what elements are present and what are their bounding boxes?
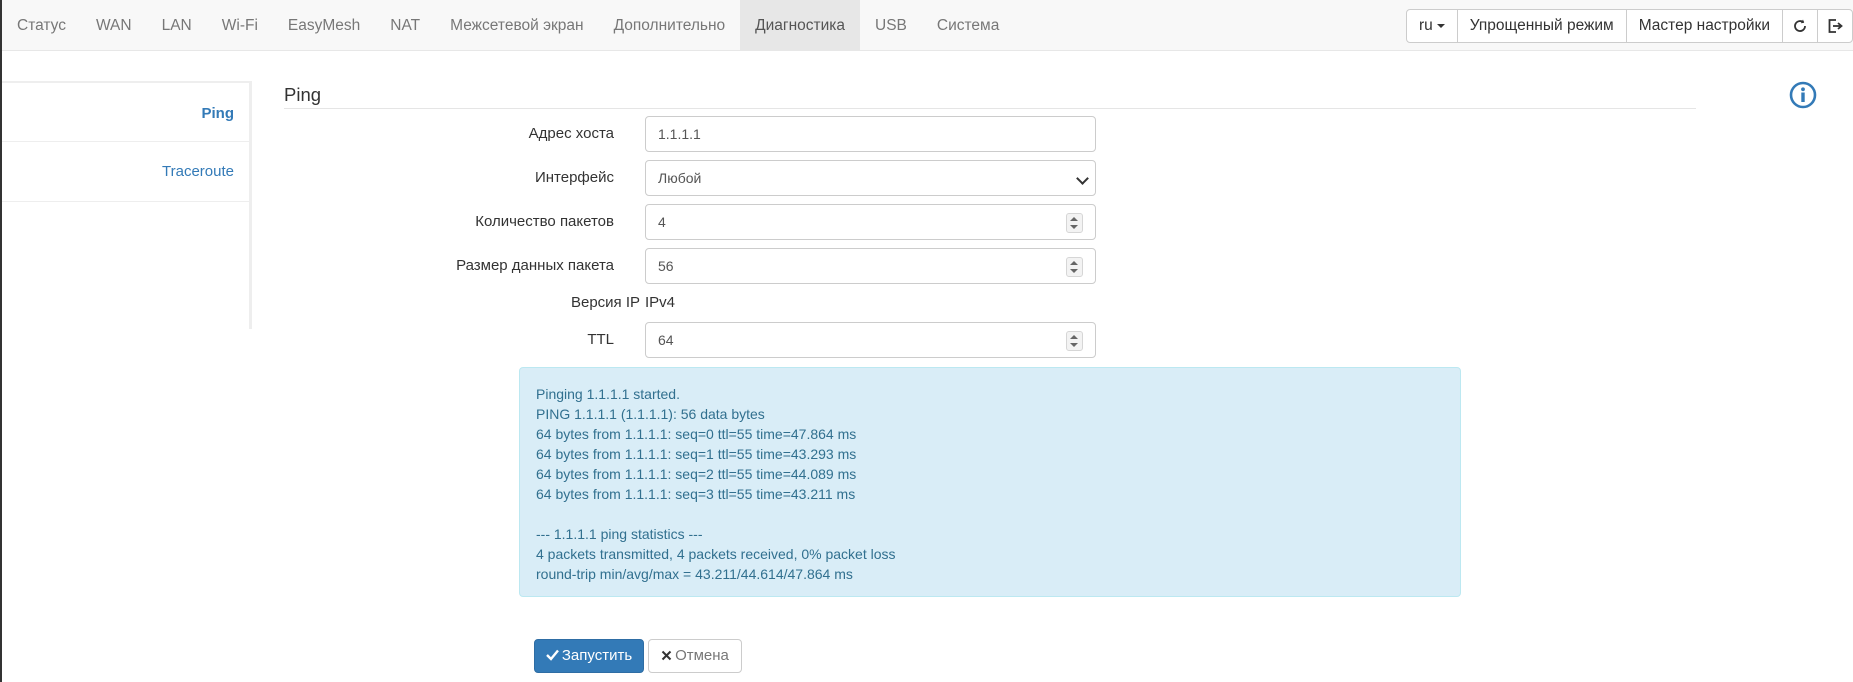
size-row: Размер данных пакета 56 bbox=[2, 248, 1102, 284]
refresh-icon bbox=[1794, 19, 1806, 32]
title-divider bbox=[284, 108, 1696, 109]
size-spinner[interactable] bbox=[1066, 257, 1083, 277]
tab-firewall[interactable]: Межсетевой экран bbox=[435, 0, 598, 50]
refresh-button[interactable] bbox=[1782, 9, 1818, 43]
ip-version-value: IPv4 bbox=[645, 294, 676, 311]
tab-advanced[interactable]: Дополнительно bbox=[599, 0, 741, 50]
cancel-button-label: Отмена bbox=[675, 647, 729, 664]
tab-wan[interactable]: WAN bbox=[81, 0, 147, 50]
tab-status[interactable]: Статус bbox=[2, 0, 81, 50]
output-line: 4 packets transmitted, 4 packets receive… bbox=[536, 546, 896, 562]
output-line: round-trip min/avg/max = 43.211/44.614/4… bbox=[536, 566, 853, 582]
page-title: Ping bbox=[284, 84, 322, 105]
host-input[interactable]: 1.1.1.1 bbox=[645, 116, 1096, 152]
output-line: 64 bytes from 1.1.1.1: seq=2 ttl=55 time… bbox=[536, 466, 857, 482]
size-label: Размер данных пакета bbox=[456, 257, 614, 274]
ttl-row: TTL 64 bbox=[2, 322, 1102, 358]
close-icon bbox=[661, 650, 672, 661]
cancel-button[interactable]: Отмена bbox=[648, 639, 742, 673]
count-row: Количество пакетов 4 bbox=[2, 204, 1102, 240]
tab-usb[interactable]: USB bbox=[860, 0, 922, 50]
output-line: 64 bytes from 1.1.1.1: seq=3 ttl=55 time… bbox=[536, 486, 856, 502]
top-navbar: Статус WAN LAN Wi-Fi EasyMesh NAT Межсет… bbox=[2, 0, 1853, 51]
interface-label: Интерфейс bbox=[534, 169, 614, 186]
setup-wizard-button[interactable]: Мастер настройки bbox=[1625, 9, 1783, 43]
host-label: Адрес хоста bbox=[528, 125, 614, 142]
ttl-value: 64 bbox=[658, 332, 674, 348]
output-line: --- 1.1.1.1 ping statistics --- bbox=[536, 526, 703, 542]
info-icon[interactable] bbox=[1789, 81, 1817, 109]
language-label: ru bbox=[1418, 17, 1433, 34]
simple-mode-button[interactable]: Упрощенный режим bbox=[1456, 9, 1627, 43]
run-button-label: Запустить bbox=[561, 647, 633, 664]
count-label: Количество пакетов bbox=[475, 213, 614, 230]
output-line: 64 bytes from 1.1.1.1: seq=0 ttl=55 time… bbox=[536, 426, 857, 442]
count-input[interactable]: 4 bbox=[645, 204, 1096, 240]
interface-row: Интерфейс Любой bbox=[2, 160, 1102, 196]
ip-version-row: Версия IP IPv4 bbox=[2, 285, 1102, 321]
count-value: 4 bbox=[658, 214, 666, 230]
check-icon bbox=[545, 649, 559, 661]
tab-wifi[interactable]: Wi-Fi bbox=[207, 0, 273, 50]
chevron-down-icon bbox=[1076, 172, 1089, 185]
tab-easymesh[interactable]: EasyMesh bbox=[273, 0, 375, 50]
caret-down-icon bbox=[1436, 24, 1445, 28]
output-line: PING 1.1.1.1 (1.1.1.1): 56 data bytes bbox=[536, 406, 765, 422]
language-dropdown[interactable]: ru bbox=[1405, 9, 1458, 43]
ttl-spinner[interactable] bbox=[1066, 331, 1083, 351]
tab-nat[interactable]: NAT bbox=[375, 0, 435, 50]
tab-lan[interactable]: LAN bbox=[147, 0, 207, 50]
output-line: Pinging 1.1.1.1 started. bbox=[536, 386, 680, 402]
tab-diagnostics[interactable]: Диагностика bbox=[740, 0, 861, 50]
ttl-input[interactable]: 64 bbox=[645, 322, 1096, 358]
main-nav: Статус WAN LAN Wi-Fi EasyMesh NAT Межсет… bbox=[2, 0, 1014, 50]
output-line: 64 bytes from 1.1.1.1: seq=1 ttl=55 time… bbox=[536, 446, 857, 462]
host-row: Адрес хоста 1.1.1.1 bbox=[2, 116, 1102, 152]
ping-output: Pinging 1.1.1.1 started. PING 1.1.1.1 (1… bbox=[519, 367, 1461, 597]
ip-version-label: Версия IP bbox=[570, 294, 640, 311]
ttl-label: TTL bbox=[587, 331, 614, 348]
logout-button[interactable] bbox=[1817, 9, 1853, 43]
interface-selected-value: Любой bbox=[658, 170, 702, 186]
count-spinner[interactable] bbox=[1066, 213, 1083, 233]
interface-select[interactable]: Любой bbox=[645, 160, 1096, 196]
logout-icon bbox=[1828, 19, 1843, 33]
tab-system[interactable]: Система bbox=[922, 0, 1014, 50]
run-button[interactable]: Запустить bbox=[534, 639, 644, 673]
size-value: 56 bbox=[658, 258, 674, 274]
toolbar-buttons: ru Упрощенный режим Мастер настройки bbox=[1405, 9, 1853, 43]
size-input[interactable]: 56 bbox=[645, 248, 1096, 284]
